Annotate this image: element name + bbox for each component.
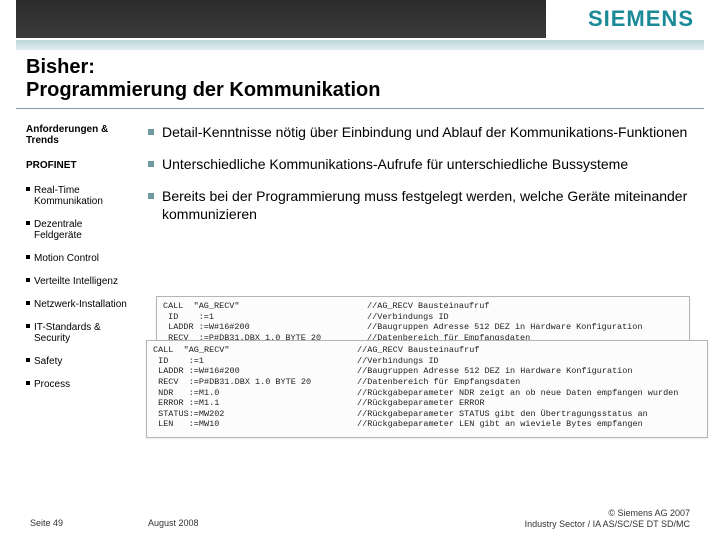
sidebar-item-label: IT-Standards & Security	[34, 322, 101, 344]
logo-area: SIEMENS	[588, 6, 694, 32]
bullet-text: Bereits bei der Programmierung muss fest…	[162, 188, 687, 222]
sidebar-item-motion: Motion Control	[26, 253, 130, 264]
bullet-text: Detail-Kenntnisse nötig über Einbindung …	[162, 124, 687, 140]
bullet-bereits-programmierung: Bereits bei der Programmierung muss fest…	[148, 188, 696, 224]
header-band: SIEMENS	[0, 0, 720, 42]
footer-page: Seite 49	[30, 518, 63, 528]
bullet-unterschiedliche-aufrufe: Unterschiedliche Kommunikations-Aufrufe …	[148, 156, 696, 174]
title-line-2: Programmierung der Kommunikation	[26, 79, 381, 101]
sidebar-item-realtime: Real-Time Kommunikation	[26, 185, 130, 207]
sidebar-item-itstandards: IT-Standards & Security	[26, 322, 130, 344]
sidebar-item-safety: Safety	[26, 356, 130, 367]
main-content: Detail-Kenntnisse nötig über Einbindung …	[148, 124, 696, 238]
footer-org: Industry Sector / IA AS/SC/SE DT SD/MC	[525, 519, 690, 529]
sidebar-item-label: Process	[34, 379, 70, 390]
accent-bar	[16, 40, 704, 50]
header-dark-strip	[16, 0, 546, 38]
bullet-detail-kenntnisse: Detail-Kenntnisse nötig über Einbindung …	[148, 124, 696, 142]
sidebar-item-label: Dezentrale Feldgeräte	[34, 219, 82, 241]
code-snippet-bottom: CALL "AG_RECV" //AG_RECV Bausteinaufruf …	[146, 340, 708, 438]
sidebar-item-netzwerk: Netzwerk-Installation	[26, 299, 130, 310]
sidebar-item-verteilte: Verteilte Intelligenz	[26, 276, 130, 287]
sidebar-item-label: Motion Control	[34, 253, 99, 264]
sidebar-item-label: Netzwerk-Installation	[34, 299, 127, 310]
sidebar-item-dezentrale: Dezentrale Feldgeräte	[26, 219, 130, 241]
bullet-text: Unterschiedliche Kommunikations-Aufrufe …	[162, 156, 628, 172]
sidebar-heading-profinet: PROFINET	[26, 160, 130, 171]
footer-date: August 2008	[148, 518, 199, 528]
sidebar: Anforderungen & Trends PROFINET Real-Tim…	[26, 124, 130, 402]
sidebar-item-label: Safety	[34, 356, 62, 367]
title-divider	[16, 108, 704, 109]
sidebar-item-process: Process	[26, 379, 130, 390]
footer-right: © Siemens AG 2007 Industry Sector / IA A…	[525, 508, 690, 530]
title-line-1: Bisher:	[26, 56, 95, 78]
sidebar-heading-anforderungen: Anforderungen & Trends	[26, 124, 130, 146]
sidebar-item-label: Real-Time Kommunikation	[34, 185, 103, 207]
slide-title: Bisher: Programmierung der Kommunikation	[26, 56, 686, 102]
footer-copyright: © Siemens AG 2007	[608, 508, 690, 518]
siemens-logo: SIEMENS	[588, 6, 694, 31]
sidebar-item-label: Verteilte Intelligenz	[34, 276, 118, 287]
